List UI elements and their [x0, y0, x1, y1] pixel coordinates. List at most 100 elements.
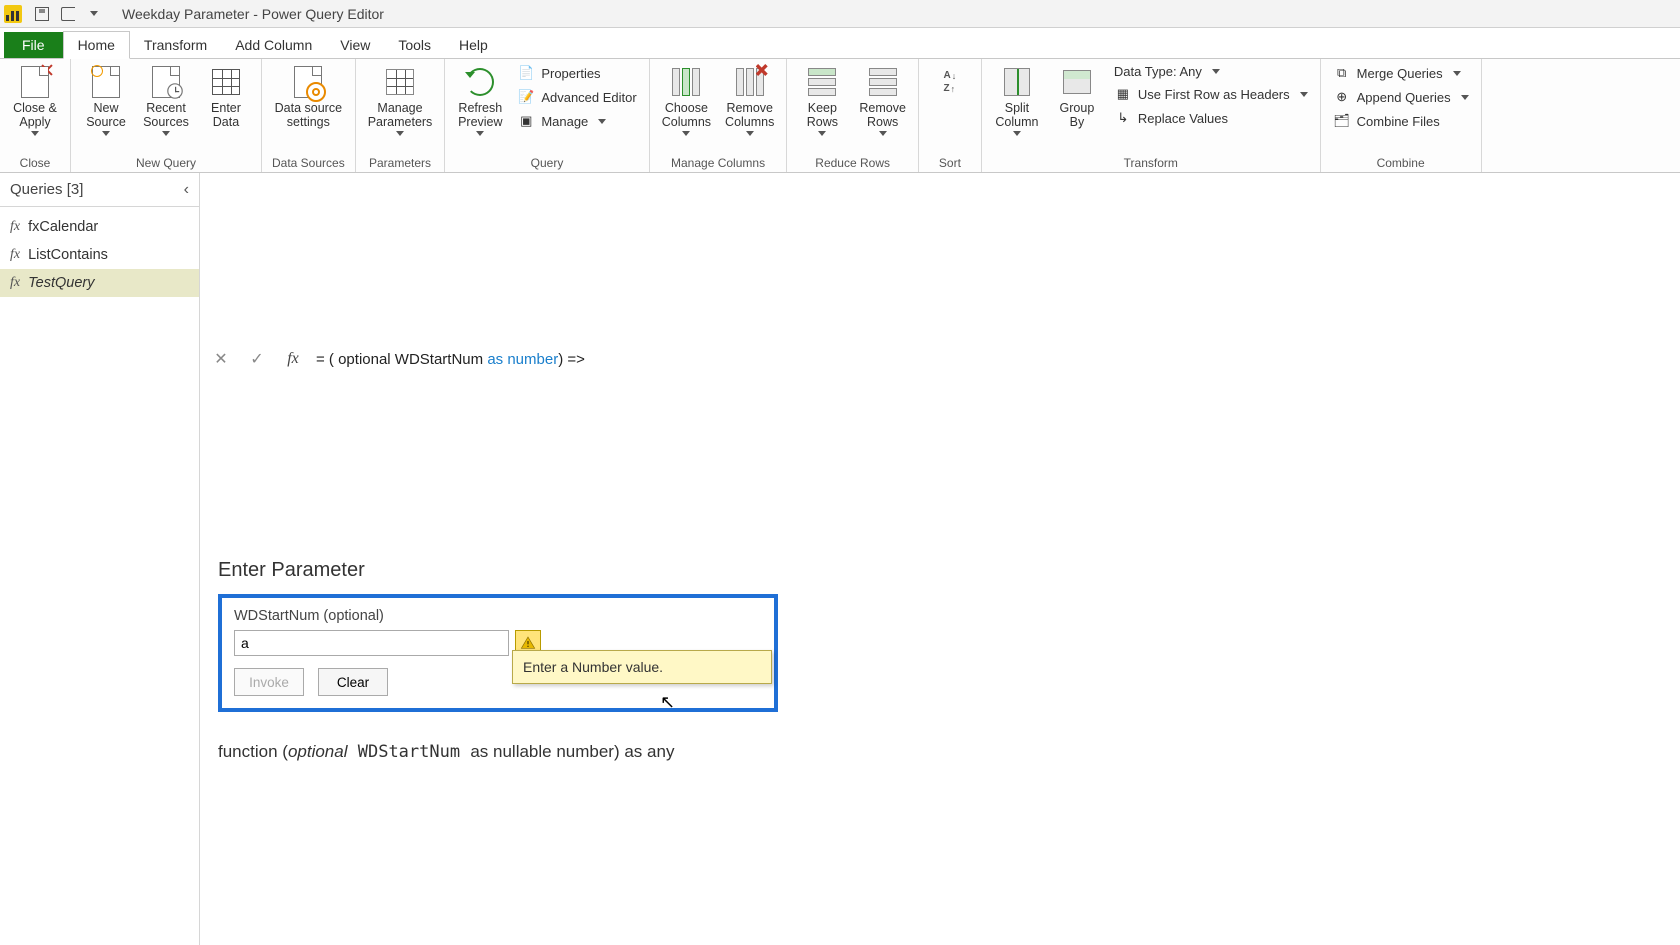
chevron-down-icon — [396, 131, 404, 136]
clock-icon — [167, 83, 183, 99]
query-item-fxcalendar[interactable]: fxfxCalendar — [0, 213, 199, 241]
chevron-down-icon — [1300, 92, 1308, 97]
remove-rows-icon — [869, 68, 897, 96]
tab-home[interactable]: Home — [63, 31, 130, 59]
tab-file[interactable]: File — [4, 32, 63, 58]
append-queries-button[interactable]: ⊕Append Queries — [1331, 87, 1471, 107]
group-by-icon — [1063, 70, 1091, 94]
group-label: Data Sources — [272, 154, 345, 170]
content-area: Enter Parameter WDStartNum (optional) In… — [200, 545, 1680, 945]
group-label: Parameters — [369, 154, 431, 170]
combine-files-icon: 🗂 — [1333, 112, 1351, 130]
close-x-icon — [40, 63, 54, 77]
queries-list: fxfxCalendar fxListContains fxTestQuery — [0, 207, 199, 303]
query-item-testquery[interactable]: fxTestQuery — [0, 269, 199, 297]
queries-pane: Queries [3] ‹ fxfxCalendar fxListContain… — [0, 173, 200, 945]
ribbon: Close & Apply Close New Source Recent So… — [0, 58, 1680, 173]
replace-values-button[interactable]: ↳Replace Values — [1112, 108, 1230, 128]
new-source-button[interactable]: New Source — [81, 63, 131, 138]
ribbon-group-data-sources: Data source settings Data Sources — [262, 59, 356, 172]
chevron-down-icon — [1461, 95, 1469, 100]
keep-rows-button[interactable]: Keep Rows — [797, 63, 847, 138]
merge-queries-button[interactable]: ⧉Merge Queries — [1331, 63, 1463, 83]
advanced-editor-button[interactable]: 📝Advanced Editor — [515, 87, 638, 107]
split-column-button[interactable]: Split Column — [992, 63, 1042, 138]
sort-buttons[interactable]: A↓Z↑ — [929, 63, 971, 117]
chevron-down-icon — [598, 119, 606, 124]
remove-columns-button[interactable]: Remove Columns — [723, 63, 776, 138]
refresh-icon — [466, 68, 494, 96]
document-icon — [21, 66, 49, 98]
tab-tools[interactable]: Tools — [384, 32, 445, 58]
chevron-down-icon — [90, 11, 98, 16]
keep-rows-icon — [808, 68, 836, 96]
append-icon: ⊕ — [1333, 88, 1351, 106]
merge-icon: ⧉ — [1333, 64, 1351, 82]
function-icon: fx — [10, 247, 20, 263]
function-signature: function (optional WDStartNum as nullabl… — [218, 742, 1662, 762]
remove-columns-icon — [736, 68, 764, 96]
enter-parameter-heading: Enter Parameter — [218, 559, 1662, 582]
chevron-down-icon — [879, 131, 887, 136]
parameter-box: WDStartNum (optional) Invoke Clear Enter… — [218, 594, 778, 712]
qat-customize-button[interactable] — [82, 2, 106, 26]
tab-add-column[interactable]: Add Column — [221, 32, 326, 58]
clear-button[interactable]: Clear — [318, 668, 388, 696]
queries-count-label: Queries [3] — [10, 181, 83, 198]
data-source-settings-button[interactable]: Data source settings — [273, 63, 344, 132]
collapse-pane-button[interactable]: ‹ — [184, 181, 189, 199]
refresh-preview-button[interactable]: Refresh Preview — [455, 63, 505, 138]
table-icon — [212, 69, 240, 95]
group-label: Close — [20, 154, 51, 170]
properties-button[interactable]: 📄Properties — [515, 63, 602, 83]
enter-data-button[interactable]: Enter Data — [201, 63, 251, 132]
tab-transform[interactable]: Transform — [130, 32, 221, 58]
manage-parameters-button[interactable]: Manage Parameters — [366, 63, 435, 138]
function-icon: fx — [10, 219, 20, 235]
close-apply-button[interactable]: Close & Apply — [10, 63, 60, 138]
chevron-down-icon — [746, 131, 754, 136]
replace-icon: ↳ — [1114, 109, 1132, 127]
qat-undo-button[interactable] — [56, 2, 80, 26]
parameter-label: WDStartNum (optional) — [234, 608, 762, 624]
manage-menu[interactable]: ▣Manage — [515, 111, 608, 131]
chevron-down-icon — [682, 131, 690, 136]
combine-files-button[interactable]: 🗂Combine Files — [1331, 111, 1442, 131]
new-star-icon — [91, 65, 103, 77]
save-icon — [35, 7, 49, 21]
chevron-down-icon — [1013, 131, 1021, 136]
group-by-button[interactable]: Group By — [1052, 63, 1102, 132]
parameter-input[interactable] — [234, 630, 509, 656]
qat-save-button[interactable] — [30, 2, 54, 26]
chevron-down-icon — [31, 131, 39, 136]
ribbon-group-parameters: Manage Parameters Parameters — [356, 59, 446, 172]
remove-rows-button[interactable]: Remove Rows — [857, 63, 908, 138]
group-label: Combine — [1377, 154, 1425, 170]
commit-formula-button[interactable]: ✓ — [244, 346, 270, 372]
manage-icon: ▣ — [517, 112, 535, 130]
cancel-formula-button[interactable]: ✕ — [208, 346, 234, 372]
chevron-down-icon — [102, 131, 110, 136]
formula-bar: ✕ ✓ fx = ( optional WDStartNum as number… — [200, 173, 1680, 545]
ribbon-group-combine: ⧉Merge Queries ⊕Append Queries 🗂Combine … — [1321, 59, 1482, 172]
group-label: Sort — [939, 154, 961, 170]
data-type-menu[interactable]: Data Type: Any — [1112, 63, 1222, 80]
query-item-listcontains[interactable]: fxListContains — [0, 241, 199, 269]
ribbon-group-manage-columns: Choose Columns Remove Columns Manage Col… — [650, 59, 788, 172]
ribbon-group-reduce-rows: Keep Rows Remove Rows Reduce Rows — [787, 59, 919, 172]
split-icon — [1004, 68, 1030, 96]
recent-sources-button[interactable]: Recent Sources — [141, 63, 191, 138]
tab-view[interactable]: View — [326, 32, 384, 58]
tab-help[interactable]: Help — [445, 32, 502, 58]
chevron-down-icon — [162, 131, 170, 136]
function-icon: fx — [10, 275, 20, 291]
main-area: ✕ ✓ fx = ( optional WDStartNum as number… — [200, 173, 1680, 945]
editor-icon: 📝 — [517, 88, 535, 106]
group-label: Reduce Rows — [815, 154, 890, 170]
formula-text[interactable]: = ( optional WDStartNum as number) => — [316, 350, 1672, 368]
first-row-headers-button[interactable]: ▦Use First Row as Headers — [1112, 84, 1310, 104]
choose-columns-button[interactable]: Choose Columns — [660, 63, 713, 138]
group-label: Manage Columns — [671, 154, 765, 170]
group-label: New Query — [136, 154, 196, 170]
app-icon — [4, 5, 22, 23]
